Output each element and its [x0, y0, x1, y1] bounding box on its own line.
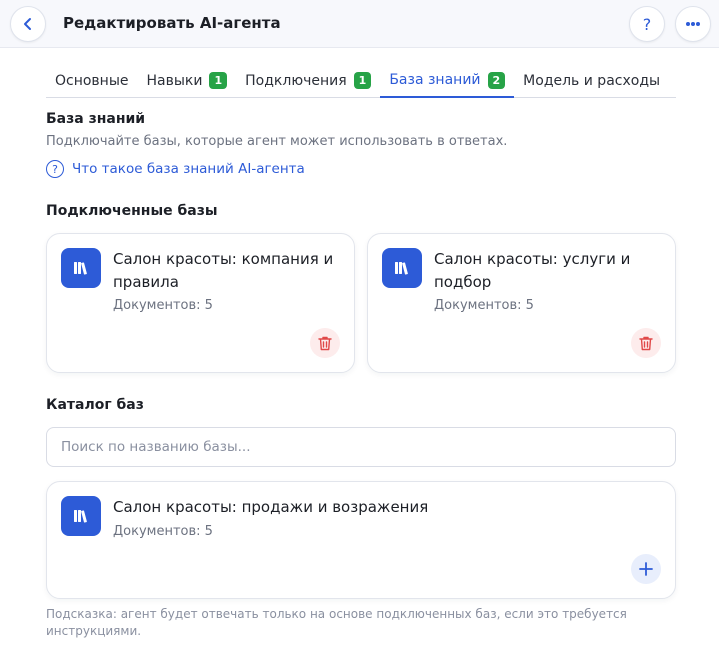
- tab-skills[interactable]: Навыки 1: [138, 64, 237, 97]
- tab-label: Модель и расходы: [523, 72, 661, 89]
- delete-button[interactable]: [310, 328, 340, 358]
- trash-icon: [639, 336, 653, 350]
- tab-basic[interactable]: Основные: [46, 64, 138, 97]
- catalog-base-card: Салон красоты: продажи и возражения Доку…: [46, 481, 676, 599]
- question-circle-icon: ?: [46, 160, 64, 178]
- page-title: Редактировать AI-агента: [63, 14, 281, 32]
- books-icon: [382, 248, 422, 288]
- connected-base-card: Салон красоты: услуги и подбор Документо…: [367, 233, 676, 373]
- tab-model-costs[interactable]: Модель и расходы: [514, 64, 669, 97]
- add-button[interactable]: [631, 554, 661, 584]
- tab-label: База знаний: [389, 72, 481, 88]
- connected-title: Подключенные базы: [46, 203, 218, 219]
- delete-button[interactable]: [631, 328, 661, 358]
- tab-connections[interactable]: Подключения 1: [236, 64, 380, 97]
- help-button[interactable]: ?: [629, 6, 665, 42]
- books-icon: [61, 248, 101, 288]
- more-options-button[interactable]: [675, 6, 711, 42]
- top-bar: Редактировать AI-агента ?: [0, 0, 719, 48]
- tab-label: Подключения: [245, 72, 347, 89]
- help-link-label: Что такое база знаний AI-агента: [72, 161, 305, 177]
- chevron-left-icon: [24, 18, 31, 30]
- base-doc-count: Документов: 5: [434, 298, 534, 313]
- tab-label: Навыки: [146, 72, 203, 89]
- tab-bar: Основные Навыки 1 Подключения 1 База зна…: [46, 64, 676, 98]
- base-title: Салон красоты: продажи и возражения: [113, 498, 429, 516]
- base-title: Салон красоты: компания и правила: [113, 250, 334, 291]
- knowledge-help-link[interactable]: ? Что такое база знаний AI-агента: [46, 160, 305, 178]
- tab-label: Основные: [55, 72, 129, 89]
- base-doc-count: Документов: 5: [113, 524, 213, 539]
- knowledge-title: База знаний: [46, 111, 146, 127]
- connected-base-card: Салон красоты: компания и правила Докуме…: [46, 233, 355, 373]
- more-dots-icon: [686, 22, 700, 26]
- count-badge: 1: [209, 72, 228, 89]
- plus-icon: [639, 562, 653, 576]
- question-icon: ?: [642, 14, 652, 34]
- trash-icon: [318, 336, 332, 350]
- catalog-search-input[interactable]: [46, 427, 676, 467]
- back-button[interactable]: [10, 6, 46, 42]
- tab-knowledge-base[interactable]: База знаний 2: [380, 64, 515, 98]
- base-doc-count: Документов: 5: [113, 298, 213, 313]
- catalog-title: Каталог баз: [46, 397, 144, 413]
- hint-text: Подсказка: агент будет отвечать только н…: [46, 607, 627, 638]
- base-title: Салон красоты: услуги и подбор: [434, 250, 631, 291]
- count-badge: 1: [353, 72, 372, 89]
- count-badge: 2: [487, 71, 506, 89]
- knowledge-description: Подключайте базы, которые агент может ис…: [46, 134, 508, 149]
- books-icon: [61, 496, 101, 536]
